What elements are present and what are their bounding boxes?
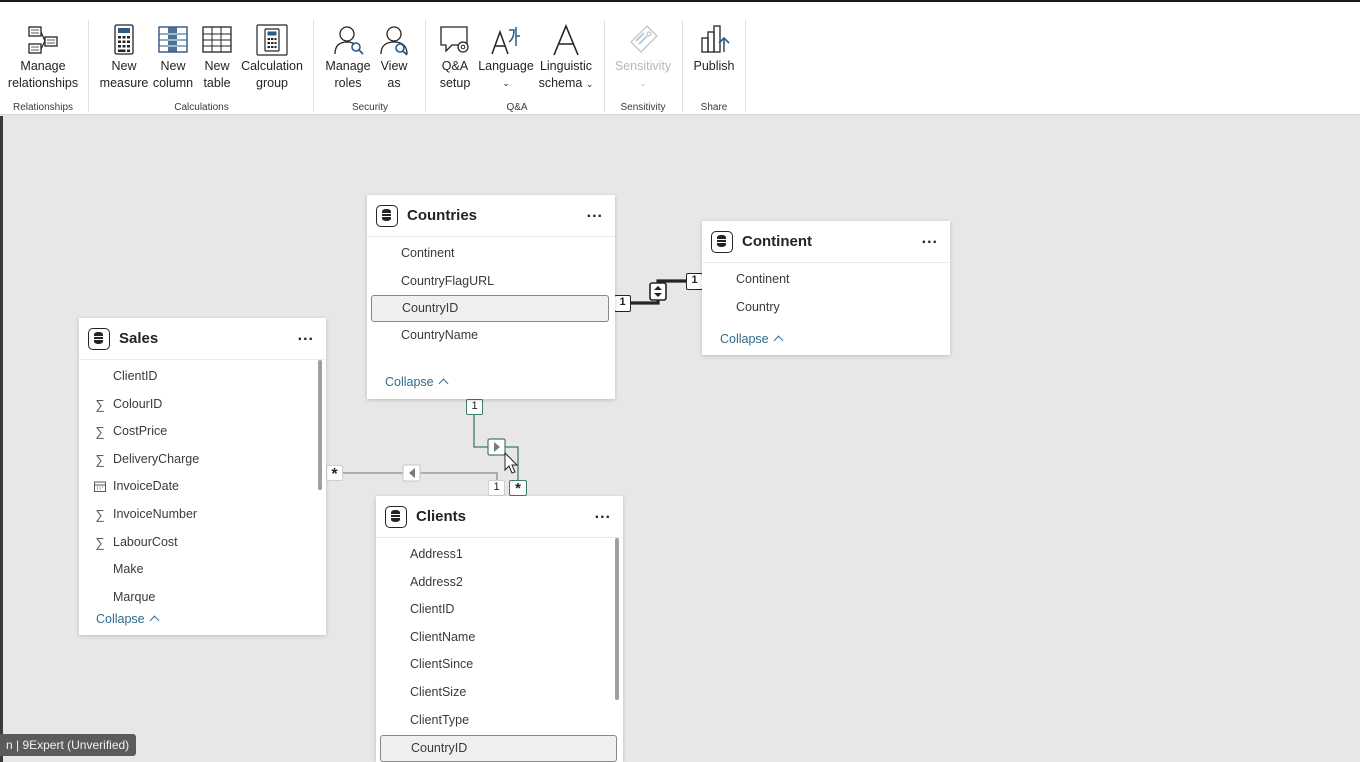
collapse-label: Collapse bbox=[385, 375, 434, 389]
cardinality-one-badge: 1 bbox=[686, 273, 703, 290]
field-item[interactable]: ClientName bbox=[376, 624, 623, 652]
more-options-icon[interactable]: ... bbox=[922, 230, 938, 248]
field-name: CountryID bbox=[402, 301, 459, 316]
collapse-button[interactable]: Collapse bbox=[96, 612, 160, 626]
field-name: InvoiceDate bbox=[113, 479, 180, 494]
sigma-icon: ∑ bbox=[95, 396, 105, 412]
field-name: Continent bbox=[401, 246, 455, 260]
table-header[interactable]: Countries ... bbox=[367, 195, 615, 237]
table-title: Clients bbox=[416, 508, 467, 525]
chevron-up-icon bbox=[438, 378, 449, 389]
field-list: Address1 Address2 ClientID ClientName Cl… bbox=[376, 538, 623, 762]
table-card-continent[interactable]: Continent ... Continent Country Collapse bbox=[702, 221, 950, 355]
field-item[interactable]: InvoiceDate bbox=[79, 473, 326, 501]
field-item[interactable]: ∑ DeliveryCharge bbox=[79, 446, 326, 474]
field-name: CountryID bbox=[411, 741, 468, 756]
table-header[interactable]: Continent ... bbox=[702, 221, 950, 263]
collapse-label: Collapse bbox=[720, 332, 769, 346]
field-name: ClientSince bbox=[410, 657, 474, 672]
field-list: Continent Country bbox=[702, 263, 950, 321]
field-name: Address2 bbox=[410, 574, 463, 589]
table-header[interactable]: Clients ... bbox=[376, 496, 623, 538]
field-name: ClientSize bbox=[410, 684, 467, 699]
field-item[interactable]: ClientType bbox=[376, 707, 623, 735]
field-item[interactable]: Marque bbox=[79, 584, 326, 612]
field-name: Continent bbox=[736, 272, 790, 286]
mouse-cursor-icon bbox=[504, 451, 519, 474]
field-name: ClientID bbox=[113, 369, 158, 383]
cardinality-many-badge: * bbox=[509, 480, 527, 497]
table-card-sales[interactable]: Sales ... ClientID ∑ ColourID ∑ CostPrice … bbox=[79, 318, 326, 635]
table-icon bbox=[711, 231, 733, 253]
sigma-icon: ∑ bbox=[95, 424, 105, 440]
field-item[interactable]: ∑ CostPrice bbox=[79, 418, 326, 446]
field-list: ClientID ∑ ColourID ∑ CostPrice ∑ DeliveryC… bbox=[79, 360, 326, 611]
field-name: Make bbox=[113, 562, 144, 577]
field-name: CostPrice bbox=[113, 424, 168, 439]
field-name: ClientID bbox=[410, 602, 455, 617]
collapse-button[interactable]: Collapse bbox=[385, 375, 449, 389]
field-item[interactable]: Continent bbox=[702, 266, 950, 294]
field-item[interactable]: ClientSince bbox=[376, 651, 623, 679]
calendar-icon bbox=[93, 473, 107, 502]
field-name: ClientType bbox=[410, 712, 470, 727]
field-name: ClientName bbox=[410, 629, 476, 644]
field-item[interactable]: ∑ LabourCost bbox=[79, 529, 326, 557]
collapse-button[interactable]: Collapse bbox=[720, 332, 784, 346]
field-name: CountryFlagURL bbox=[401, 273, 495, 288]
sigma-icon: ∑ bbox=[95, 506, 105, 522]
field-item[interactable]: ClientID bbox=[376, 596, 623, 624]
table-card-countries[interactable]: Countries ... Continent CountryFlagURL C… bbox=[367, 195, 615, 399]
field-item[interactable]: ∑ ColourID bbox=[79, 391, 326, 419]
field-name: InvoiceNumber bbox=[113, 506, 198, 521]
field-item-selected[interactable]: CountryID bbox=[371, 295, 609, 323]
chevron-up-icon bbox=[773, 335, 784, 346]
scrollbar[interactable] bbox=[318, 360, 322, 490]
table-icon bbox=[376, 205, 398, 227]
field-name: CountryName bbox=[401, 328, 479, 343]
cardinality-many-badge: * bbox=[326, 465, 343, 483]
field-item[interactable]: ∑ InvoiceNumber bbox=[79, 501, 326, 529]
more-options-icon[interactable]: ... bbox=[298, 327, 314, 345]
sigma-icon: ∑ bbox=[95, 451, 105, 467]
table-icon bbox=[385, 506, 407, 528]
table-header[interactable]: Sales ... bbox=[79, 318, 326, 360]
scrollbar[interactable] bbox=[615, 538, 619, 700]
field-name: ColourID bbox=[113, 396, 163, 411]
table-title: Continent bbox=[742, 233, 812, 250]
cardinality-one-badge: 1 bbox=[614, 295, 631, 312]
more-options-icon[interactable]: ... bbox=[587, 204, 603, 222]
field-item[interactable]: Address2 bbox=[376, 569, 623, 597]
field-list: Continent CountryFlagURL CountryID Count… bbox=[367, 237, 615, 350]
table-card-clients[interactable]: Clients ... Address1 Address2 ClientID C… bbox=[376, 496, 623, 762]
field-item[interactable]: Country bbox=[702, 294, 950, 322]
sigma-icon: ∑ bbox=[95, 534, 105, 550]
field-name: LabourCost bbox=[113, 534, 178, 549]
field-name: Marque bbox=[113, 589, 156, 604]
table-title: Sales bbox=[119, 330, 159, 347]
collapse-label: Collapse bbox=[96, 612, 145, 626]
field-name: Address1 bbox=[410, 547, 463, 561]
status-tag: n | 9Expert (Unverified) bbox=[0, 734, 137, 756]
field-item[interactable]: Address1 bbox=[376, 541, 623, 569]
cardinality-one-badge: 1 bbox=[488, 480, 505, 496]
more-options-icon[interactable]: ... bbox=[595, 505, 611, 523]
field-item[interactable]: CountryFlagURL bbox=[367, 268, 615, 296]
field-item[interactable]: Continent bbox=[367, 240, 615, 268]
table-title: Countries bbox=[407, 207, 478, 224]
field-item[interactable]: Make bbox=[79, 556, 326, 584]
field-name: DeliveryCharge bbox=[113, 451, 200, 466]
cardinality-one-badge: 1 bbox=[466, 399, 483, 415]
chevron-up-icon bbox=[149, 615, 160, 626]
table-icon bbox=[88, 328, 110, 350]
field-item[interactable]: CountryName bbox=[367, 322, 615, 350]
field-item[interactable]: ClientID bbox=[79, 363, 326, 391]
field-item[interactable]: ClientSize bbox=[376, 679, 623, 707]
relationship-sales-clients[interactable] bbox=[342, 464, 498, 482]
field-item-selected[interactable]: CountryID bbox=[380, 735, 617, 762]
field-name: Country bbox=[736, 299, 780, 314]
